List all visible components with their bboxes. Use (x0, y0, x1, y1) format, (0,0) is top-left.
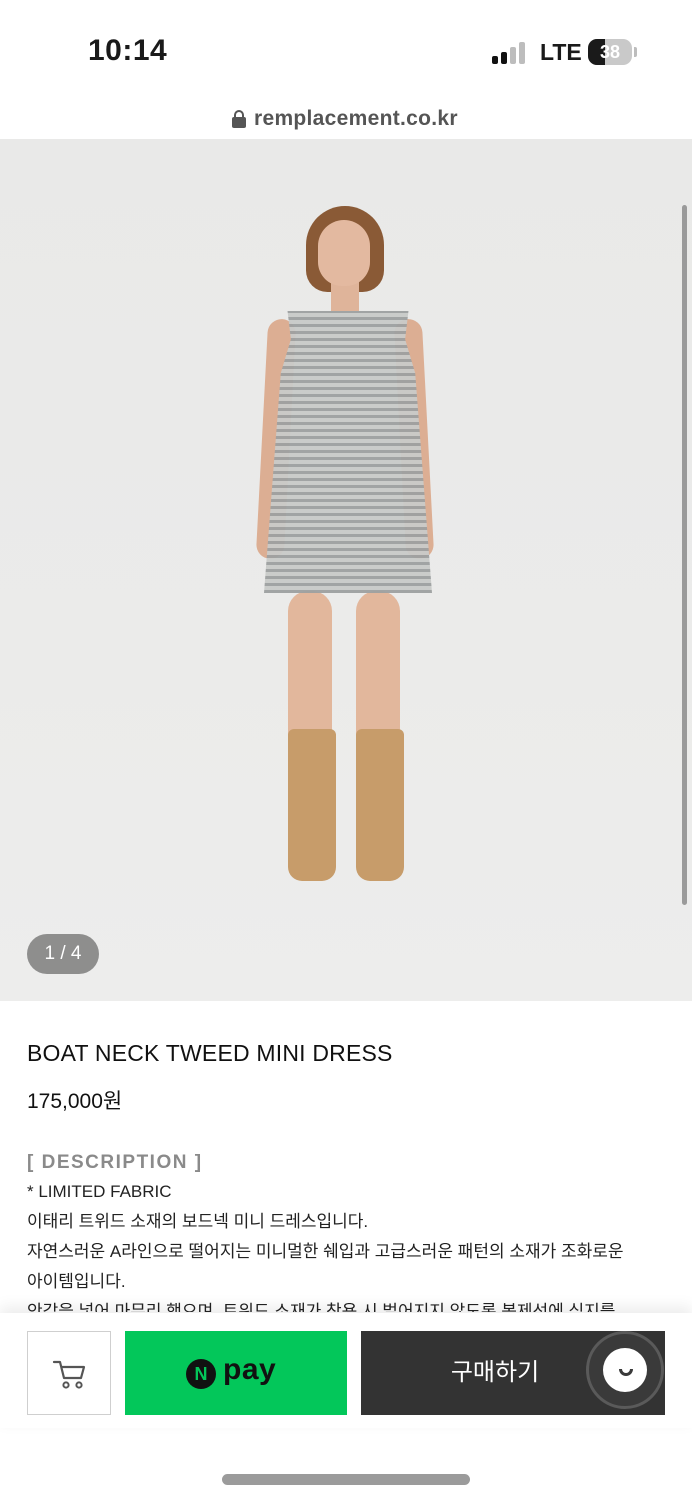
description-line: 아이템입니다. (27, 1272, 126, 1291)
battery-cap (634, 47, 637, 57)
product-price: 175,000원 (27, 1090, 123, 1113)
page-scrollbar[interactable] (682, 205, 687, 905)
description-line: 자연스러운 A라인으로 떨어지는 미니멀한 쉐입과 고급스러운 패턴의 소재가 … (27, 1242, 624, 1261)
browser-address-bar[interactable]: remplacement.co.kr (0, 100, 692, 138)
signal-icon (492, 42, 528, 64)
lock-icon (232, 110, 246, 128)
description-line: * LIMITED FABRIC (27, 1182, 172, 1201)
description-line: 안감을 넣어 마무리 했으며, 트위드 소재가 착용 시 벌어지지 않도록 봉제… (27, 1302, 616, 1312)
product-image-gallery[interactable]: 1 / 4 (0, 139, 692, 1001)
product-description: [ DESCRIPTION ] * LIMITED FABRIC 이태리 트위드… (27, 1152, 677, 1312)
npay-logo-icon: N (186, 1359, 216, 1389)
battery-level: 38 (599, 42, 621, 62)
purchase-action-bar: N pay 구매하기 (0, 1313, 692, 1428)
chat-button[interactable] (586, 1331, 664, 1409)
cart-icon (52, 1360, 86, 1389)
home-indicator[interactable] (222, 1474, 470, 1485)
description-heading: [ DESCRIPTION ] (27, 1152, 203, 1173)
slide-counter: 1 / 4 (27, 934, 99, 974)
status-time: 10:14 (88, 34, 168, 67)
npay-label: pay (223, 1353, 277, 1386)
description-line: 이태리 트위드 소재의 보드넥 미니 드레스입니다. (27, 1212, 369, 1231)
site-domain: remplacement.co.kr (254, 107, 458, 130)
add-to-cart-button[interactable] (27, 1331, 111, 1415)
network-label: LTE (540, 39, 582, 65)
status-bar: 10:14 LTE 38 (0, 0, 692, 100)
product-info: BOAT NECK TWEED MINI DRESS 175,000원 (27, 1040, 677, 1115)
naver-pay-button[interactable]: N pay (125, 1331, 347, 1415)
product-name: BOAT NECK TWEED MINI DRESS (27, 1040, 393, 1066)
chat-icon (603, 1348, 647, 1392)
battery-icon: 38 (588, 39, 632, 65)
